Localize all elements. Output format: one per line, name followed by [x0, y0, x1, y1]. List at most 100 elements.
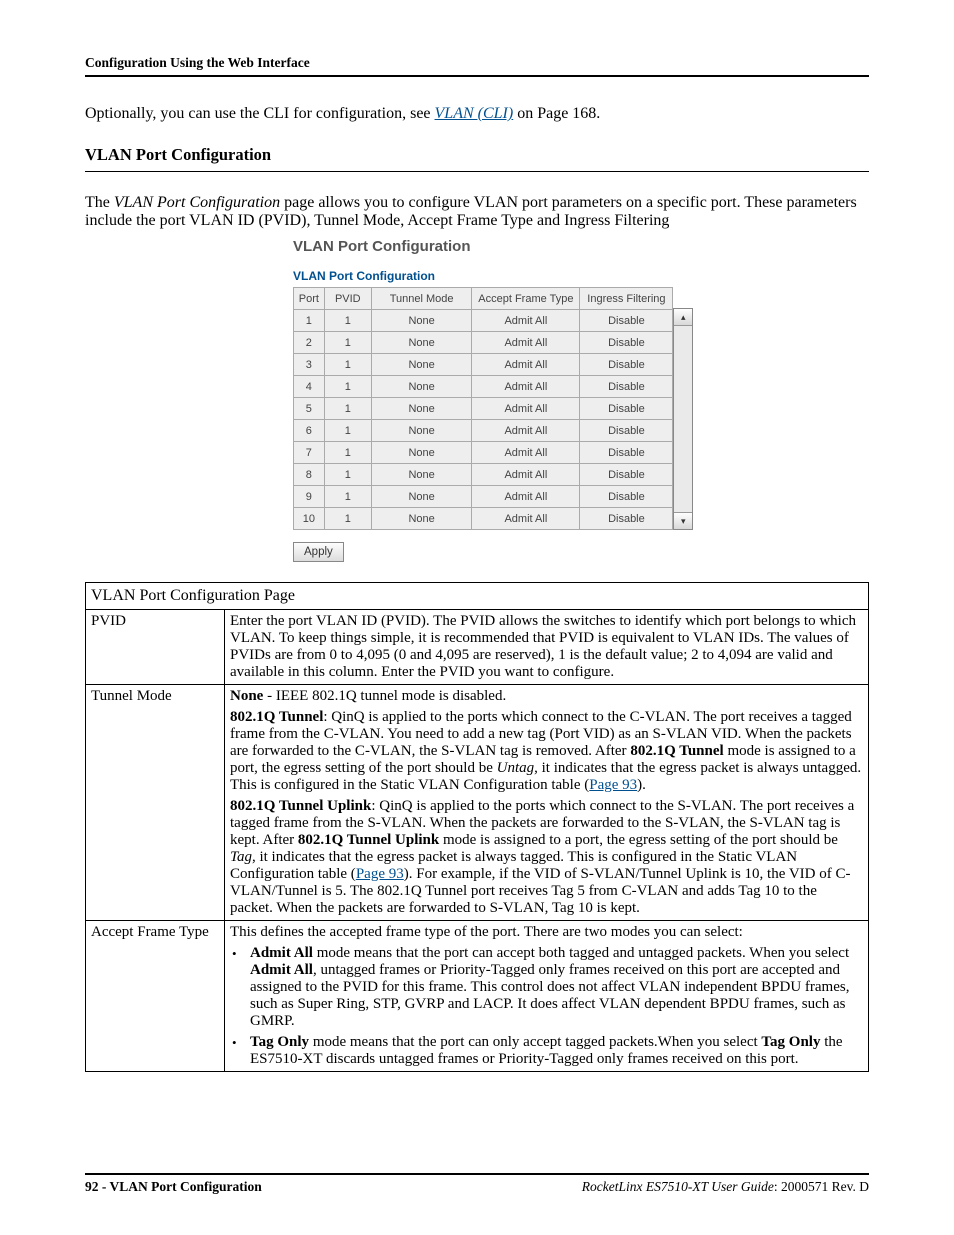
- section-rule: [85, 171, 869, 172]
- cell-pvid: 1: [324, 508, 371, 530]
- tunnel-b2-bold: 802.1Q Tunnel Uplink: [298, 832, 439, 848]
- cell-pvid: 1: [324, 442, 371, 464]
- cell-if: Disable: [580, 376, 673, 398]
- label-pvid: PVID: [86, 610, 225, 685]
- footer-doc-rev: : 2000571 Rev. D: [774, 1179, 869, 1194]
- tunnel-none-bold: None: [230, 688, 263, 704]
- cell-if: Disable: [580, 508, 673, 530]
- cfg-header-row: Port PVID Tunnel Mode Accept Frame Type …: [294, 288, 673, 310]
- cell-pvid: 1: [324, 354, 371, 376]
- desc-tunnel: None - IEEE 802.1Q tunnel mode is disabl…: [225, 685, 869, 921]
- hdr-accept-frame-type: Accept Frame Type: [472, 288, 580, 310]
- footer-doc-title: RocketLinx ES7510-XT User Guide: [582, 1179, 774, 1194]
- cell-port: 5: [294, 398, 325, 420]
- accept-b2-bold2: Tag Only: [761, 1034, 820, 1050]
- cell-port: 4: [294, 376, 325, 398]
- cell-tm: None: [371, 464, 471, 486]
- tunnel-b1-link[interactable]: Page 93: [589, 777, 637, 793]
- cell-if: Disable: [580, 310, 673, 332]
- accept-b2-mid: mode means that the port can only accept…: [309, 1034, 761, 1050]
- cell-aft: Admit All: [472, 398, 580, 420]
- cell-if: Disable: [580, 486, 673, 508]
- table-row: 31NoneAdmit AllDisable: [294, 354, 673, 376]
- section-intro: The VLAN Port Configuration page allows …: [85, 194, 869, 230]
- cell-if: Disable: [580, 332, 673, 354]
- cell-aft: Admit All: [472, 354, 580, 376]
- vlan-cli-link[interactable]: VLAN (CLI): [435, 105, 514, 122]
- cell-aft: Admit All: [472, 420, 580, 442]
- cell-pvid: 1: [324, 464, 371, 486]
- cell-if: Disable: [580, 464, 673, 486]
- cell-pvid: 1: [324, 310, 371, 332]
- cell-port: 10: [294, 508, 325, 530]
- cell-port: 3: [294, 354, 325, 376]
- cell-tm: None: [371, 398, 471, 420]
- accept-b2-lead: Tag Only: [250, 1034, 309, 1050]
- cell-aft: Admit All: [472, 464, 580, 486]
- cell-port: 1: [294, 310, 325, 332]
- ss-title: VLAN Port Configuration: [293, 238, 693, 255]
- cell-port: 9: [294, 486, 325, 508]
- table-row: 91NoneAdmit AllDisable: [294, 486, 673, 508]
- section-para-prefix: The: [85, 194, 114, 211]
- footer-page-number: 92 -: [85, 1179, 110, 1194]
- cell-tm: None: [371, 354, 471, 376]
- table-row: 11NoneAdmit AllDisable: [294, 310, 673, 332]
- apply-button[interactable]: Apply: [293, 542, 344, 562]
- desc-accept: This defines the accepted frame type of …: [225, 921, 869, 1072]
- accept-b1-lead: Admit All: [250, 945, 313, 961]
- bullet-icon: •: [230, 1034, 250, 1052]
- footer-topic: VLAN Port Configuration: [110, 1179, 262, 1194]
- tunnel-b2-c: mode is assigned to a port, the egress s…: [439, 832, 838, 848]
- cell-aft: Admit All: [472, 486, 580, 508]
- hdr-ingress-filtering: Ingress Filtering: [580, 288, 673, 310]
- cell-tm: None: [371, 442, 471, 464]
- scroll-down-icon[interactable]: ▾: [674, 512, 692, 529]
- accept-b1-rest: , untagged frames or Priority-Tagged onl…: [250, 962, 849, 1029]
- tunnel-b2-it: Tag: [230, 849, 252, 865]
- cell-port: 2: [294, 332, 325, 354]
- glossary-caption: VLAN Port Configuration Page: [86, 583, 869, 610]
- scroll-up-icon[interactable]: ▴: [674, 309, 692, 326]
- config-screenshot: VLAN Port Configuration VLAN Port Config…: [85, 238, 869, 562]
- row-pvid: PVID Enter the port VLAN ID (PVID). The …: [86, 610, 869, 685]
- intro-prefix: Optionally, you can use the CLI for conf…: [85, 105, 435, 122]
- cell-tm: None: [371, 486, 471, 508]
- cell-port: 6: [294, 420, 325, 442]
- cell-pvid: 1: [324, 332, 371, 354]
- tunnel-b1-it: Untag: [497, 760, 535, 776]
- tunnel-none-rest: - IEEE 802.1Q tunnel mode is disabled.: [263, 688, 506, 704]
- intro-suffix: on Page 168.: [513, 105, 600, 122]
- section-heading: VLAN Port Configuration: [85, 145, 869, 165]
- cell-tm: None: [371, 310, 471, 332]
- cfg-scrollbar[interactable]: ▴ ▾: [673, 308, 693, 530]
- page-footer: 92 - VLAN Port Configuration RocketLinx …: [85, 1173, 869, 1195]
- scroll-track[interactable]: [674, 326, 692, 512]
- row-tunnel: Tunnel Mode None - IEEE 802.1Q tunnel mo…: [86, 685, 869, 921]
- bullet-icon: •: [230, 945, 250, 963]
- accept-b1-bold2: Admit All: [250, 962, 313, 978]
- glossary-table: VLAN Port Configuration Page PVID Enter …: [85, 582, 869, 1072]
- cell-if: Disable: [580, 398, 673, 420]
- cell-pvid: 1: [324, 486, 371, 508]
- cell-if: Disable: [580, 442, 673, 464]
- ss-subtitle: VLAN Port Configuration: [293, 269, 693, 283]
- label-accept: Accept Frame Type: [86, 921, 225, 1072]
- cell-port: 7: [294, 442, 325, 464]
- row-accept: Accept Frame Type This defines the accep…: [86, 921, 869, 1072]
- desc-pvid: Enter the port VLAN ID (PVID). The PVID …: [225, 610, 869, 685]
- cell-if: Disable: [580, 354, 673, 376]
- table-row: 21NoneAdmit AllDisable: [294, 332, 673, 354]
- running-head: Configuration Using the Web Interface: [85, 55, 869, 71]
- intro-paragraph: Optionally, you can use the CLI for conf…: [85, 105, 869, 123]
- tunnel-b2-link[interactable]: Page 93: [356, 866, 404, 882]
- accept-b1-mid: mode means that the port can accept both…: [313, 945, 849, 961]
- tunnel-b1-lead: 802.1Q Tunnel: [230, 709, 323, 725]
- header-rule: [85, 75, 869, 77]
- cell-aft: Admit All: [472, 442, 580, 464]
- hdr-tunnel-mode: Tunnel Mode: [371, 288, 471, 310]
- hdr-port: Port: [294, 288, 325, 310]
- cell-pvid: 1: [324, 420, 371, 442]
- cell-pvid: 1: [324, 398, 371, 420]
- table-row: 61NoneAdmit AllDisable: [294, 420, 673, 442]
